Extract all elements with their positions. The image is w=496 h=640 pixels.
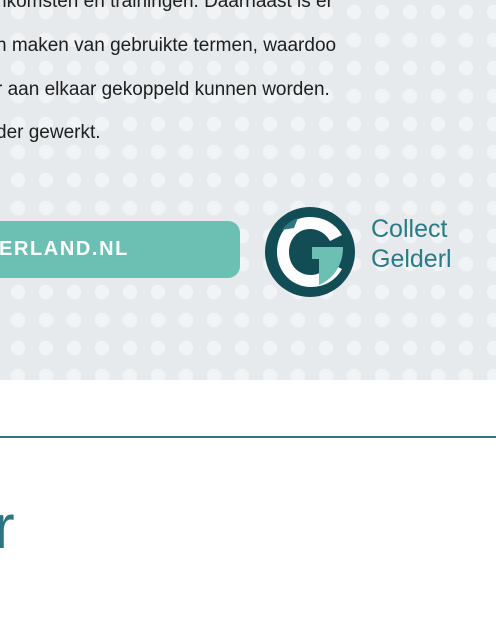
section-heading: r [0,493,15,562]
intro-line: nkomsten en trainingen. Daarnaast is er [0,0,333,12]
logo-wordmark: Collect Gelderl [371,214,452,274]
website-link-button[interactable]: ERLAND.NL [0,221,240,278]
section-divider [0,436,496,438]
collectie-gelderland-logo: Collect Gelderl [264,206,496,298]
info-panel: nkomsten en trainingen. Daarnaast is er … [0,0,496,380]
intro-line: der gewerkt. [0,122,101,143]
collectie-gelderland-logo-icon [265,207,355,297]
website-link-label: ERLAND.NL [0,238,129,260]
intro-line: r aan elkaar gekoppeld kunnen worden. [0,79,330,100]
intro-line: n maken van gebruikte termen, waardoo [0,35,337,56]
logo-wordmark-line1: Collect [371,215,448,243]
logo-wordmark-line2: Gelderl [371,245,452,273]
